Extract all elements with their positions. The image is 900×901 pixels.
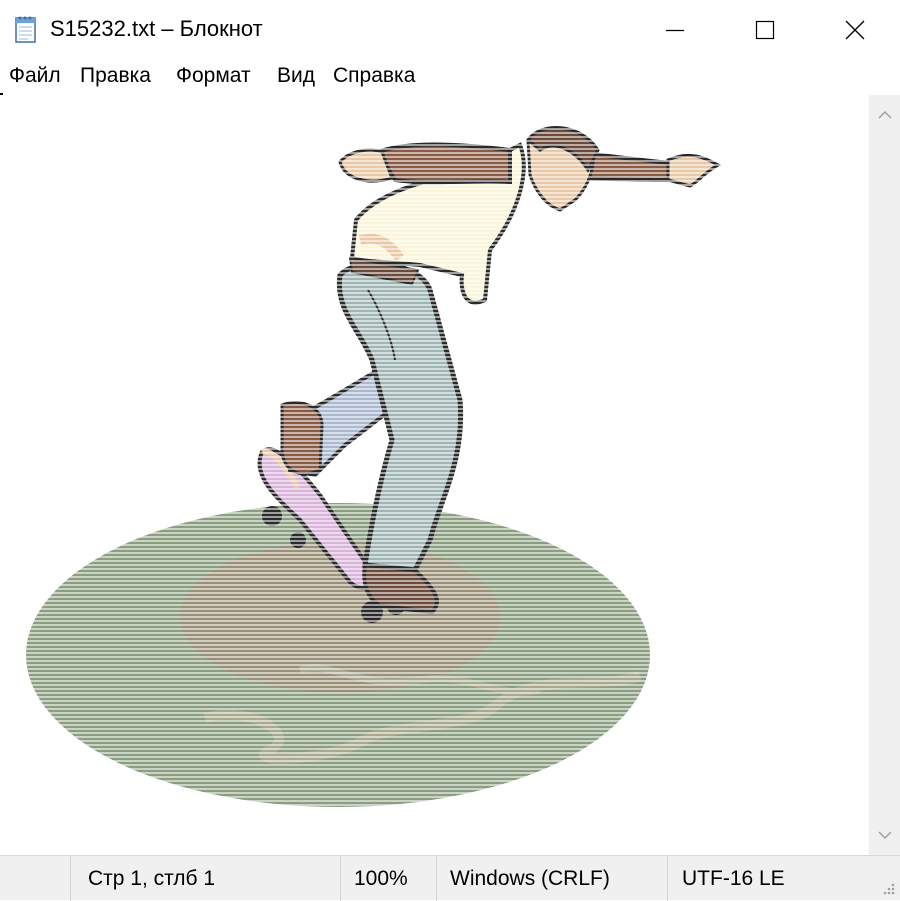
notepad-app-icon[interactable] bbox=[14, 14, 38, 44]
window-title: S15232.txt – Блокнот bbox=[50, 16, 263, 41]
menu-bar: Файл Правка Формат Вид Справка bbox=[0, 60, 900, 94]
status-line-endings: Windows (CRLF) bbox=[450, 867, 610, 890]
status-zoom: 100% bbox=[354, 867, 408, 890]
menu-view[interactable]: Вид bbox=[277, 64, 315, 88]
status-separator bbox=[436, 856, 437, 901]
text-editor-area[interactable] bbox=[0, 95, 869, 855]
skater-picture bbox=[0, 95, 869, 855]
title-bar[interactable]: S15232.txt – Блокнот bbox=[0, 0, 900, 60]
status-separator bbox=[340, 856, 341, 901]
notepad-window: S15232.txt – Блокнот Файл Правка Формат … bbox=[0, 0, 900, 901]
menu-file[interactable]: Файл bbox=[9, 64, 61, 88]
maximize-icon bbox=[755, 20, 775, 40]
resize-grip-icon[interactable] bbox=[880, 880, 896, 896]
menu-edit[interactable]: Правка bbox=[80, 64, 151, 88]
menu-format[interactable]: Формат bbox=[176, 64, 251, 88]
scroll-up-button[interactable] bbox=[869, 95, 900, 135]
status-separator bbox=[70, 856, 71, 901]
status-separator bbox=[667, 856, 668, 901]
status-bar: Стр 1, стлб 1 100% Windows (CRLF) UTF-16… bbox=[0, 855, 900, 901]
vertical-scrollbar[interactable] bbox=[869, 95, 900, 855]
minimize-icon bbox=[666, 29, 684, 32]
maximize-button[interactable] bbox=[720, 0, 810, 60]
status-cursor-position: Стр 1, стлб 1 bbox=[88, 867, 216, 890]
close-icon bbox=[845, 20, 865, 40]
minimize-button[interactable] bbox=[630, 0, 720, 60]
menu-help[interactable]: Справка bbox=[333, 64, 415, 88]
close-button[interactable] bbox=[810, 0, 900, 60]
chevron-up-icon bbox=[877, 110, 892, 119]
status-encoding: UTF-16 LE bbox=[682, 867, 785, 890]
scroll-down-button[interactable] bbox=[869, 815, 900, 855]
chevron-down-icon bbox=[877, 831, 892, 840]
